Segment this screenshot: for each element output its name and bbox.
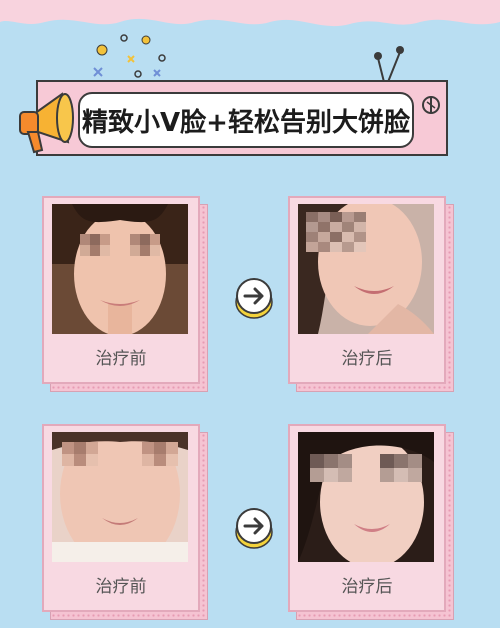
star-confetti-icon — [93, 34, 166, 78]
after-label: 治疗后 — [341, 349, 393, 369]
after-card-2: 治疗后 — [288, 424, 454, 620]
megaphone-icon — [19, 92, 74, 154]
after-photo-2 — [298, 432, 434, 562]
banner-title: 精致小V脸+轻松告别大饼脸 — [82, 107, 410, 138]
before-label: 治疗前 — [95, 577, 147, 597]
before-card-2: 治疗前 — [42, 424, 208, 620]
after-photo-1 — [298, 204, 434, 334]
before-photo-2 — [52, 432, 188, 562]
before-photo-1 — [52, 204, 188, 334]
title-card: 精致小V脸+轻松告别大饼脸 — [78, 92, 414, 148]
before-label: 治疗前 — [95, 349, 147, 369]
arrow-right-icon — [235, 508, 273, 549]
pixel-mosaic — [62, 442, 178, 466]
top-wave-decoration — [0, 0, 500, 27]
bulb-icon — [422, 96, 440, 114]
pixel-mosaic — [310, 454, 422, 482]
pixel-mosaic — [80, 234, 160, 256]
antenna-icon — [374, 46, 404, 83]
pixel-mosaic — [306, 212, 366, 252]
after-label: 治疗后 — [341, 577, 393, 597]
before-card-1: 治疗前 — [42, 196, 208, 392]
after-card-1: 治疗后 — [288, 196, 454, 392]
arrow-right-icon — [235, 278, 273, 319]
